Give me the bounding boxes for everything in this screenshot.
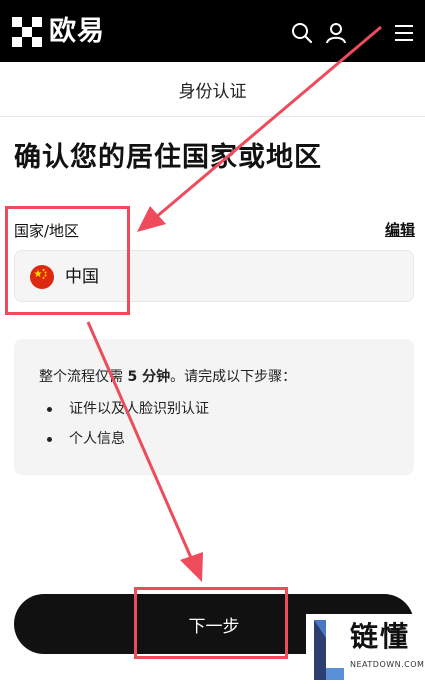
page-subheader: 身份认证 xyxy=(0,62,425,117)
watermark-url: NEATDOWN.COM xyxy=(350,660,425,669)
info-text: 整个流程仅需 5 分钟。请完成以下步骤： xyxy=(39,369,297,385)
watermark: 链懂 NEATDOWN.COM xyxy=(306,614,425,684)
search-icon[interactable] xyxy=(291,22,313,44)
arrow-head-top xyxy=(137,206,166,232)
logo-text: 欧易 xyxy=(49,16,105,47)
arrow-head-bottom xyxy=(180,552,203,582)
menu-icon[interactable] xyxy=(393,22,415,44)
okx-logo[interactable]: 欧易 xyxy=(12,16,105,48)
highlight-box-next xyxy=(134,587,288,659)
bullet-dot xyxy=(47,407,52,412)
highlight-box-country xyxy=(5,206,130,315)
user-icon[interactable] xyxy=(325,22,347,44)
edit-country-link[interactable]: 编辑 xyxy=(385,220,415,240)
info-duration: 5 分钟 xyxy=(127,369,171,385)
okx-logo-icon xyxy=(12,17,42,47)
watermark-text: 链懂 xyxy=(350,620,411,653)
watermark-logo-icon xyxy=(314,620,344,680)
bullet-dot xyxy=(47,437,52,442)
steps-info-box: 整个流程仅需 5 分钟。请完成以下步骤： 证件以及人脸识别认证 个人信息 xyxy=(14,339,414,475)
top-nav-bar: 欧易 xyxy=(0,0,425,62)
subheader-title: 身份认证 xyxy=(178,81,247,102)
page-title: 确认您的居住国家或地区 xyxy=(14,142,322,173)
